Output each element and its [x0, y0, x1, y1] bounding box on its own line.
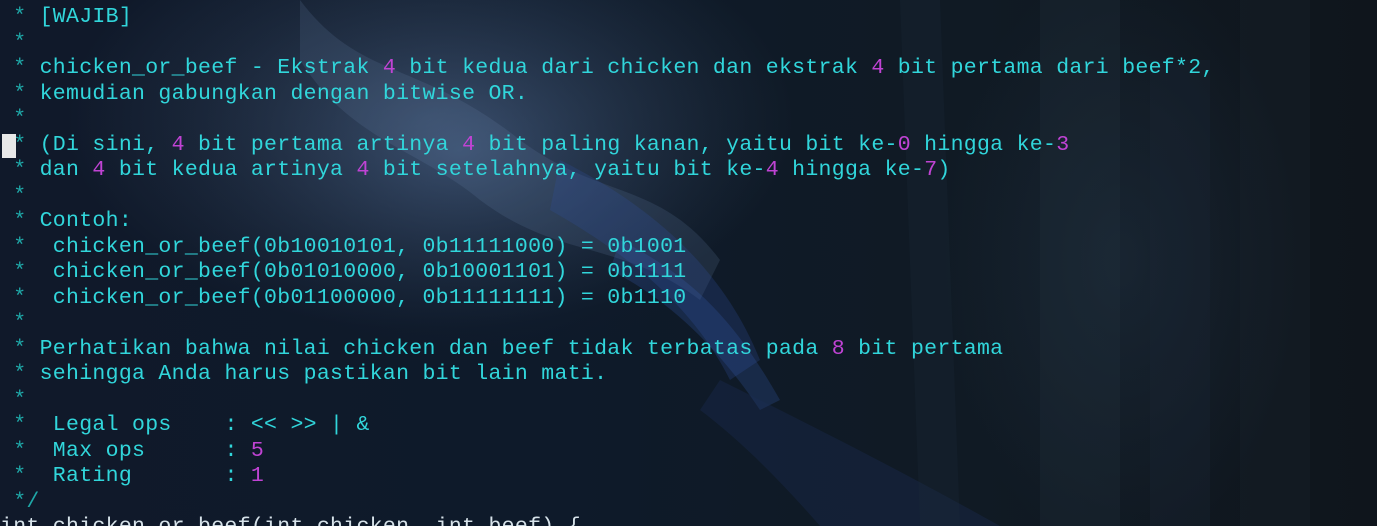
comment-text: Legal ops : << >> | &	[39, 413, 370, 437]
comment-text: bit kedua artinya	[105, 158, 357, 182]
comment-gutter-star: *	[0, 30, 40, 55]
comment-text: Contoh:	[39, 209, 133, 233]
comment-gutter-star: *	[0, 438, 40, 463]
comment-gutter-star: *	[0, 413, 40, 437]
number-literal: 8	[831, 336, 845, 361]
comment-text: [WAJIB]	[39, 5, 133, 29]
comment-gutter-star: *	[0, 285, 40, 310]
comment-line: * Rating : 1	[0, 464, 264, 489]
comment-text: chicken_or_beef(0b01100000, 0b11111111) …	[39, 285, 687, 310]
comment-text: bit pertama artinya	[184, 132, 463, 157]
comment-line: *	[0, 107, 40, 132]
comment-gutter-star: *	[0, 56, 40, 80]
number-literal: 4	[92, 158, 106, 182]
comment-line: * Max ops : 5	[0, 439, 264, 464]
comment-line: * chicken_or_beef(0b01100000, 0b11111111…	[0, 286, 687, 311]
comment-gutter-star: *	[0, 234, 40, 259]
comment-text: chicken_or_beef - Ekstrak	[39, 56, 383, 80]
comment-text: (Di sini,	[39, 132, 172, 157]
comment-close: */	[0, 489, 40, 514]
comment-text: bit pertama dari beef*2,	[884, 56, 1215, 80]
comment-text: bit kedua dari chicken dan ekstrak	[396, 56, 872, 80]
comment-text: chicken_or_beef(0b01010000, 0b10001101) …	[39, 260, 687, 284]
comment-gutter-star: *	[0, 81, 40, 106]
comment-line: *	[0, 388, 40, 413]
code-editor[interactable]: * [WAJIB] * * chicken_or_beef - Ekstrak …	[0, 0, 1377, 526]
number-literal: 4	[382, 56, 397, 80]
comment-gutter-star: *	[0, 209, 40, 233]
number-literal: 4	[462, 132, 476, 157]
comment-line: * Perhatikan bahwa nilai chicken dan bee…	[0, 337, 1003, 362]
comment-gutter-star: *	[0, 464, 40, 488]
comment-line: * sehingga Anda harus pastikan bit lain …	[0, 362, 607, 387]
comment-gutter-star: *	[0, 311, 40, 335]
comment-line: * (Di sini, 4 bit pertama artinya 4 bit …	[0, 133, 1069, 158]
number-literal: 4	[356, 158, 370, 182]
comment-text: Max ops :	[39, 438, 251, 463]
comment-line: * chicken_or_beef(0b10010101, 0b11111000…	[0, 235, 687, 260]
number-literal: 0	[897, 132, 911, 157]
comment-gutter-star: *	[0, 260, 40, 284]
comment-gutter-star: *	[0, 362, 40, 386]
comment-text: bit setelahnya, yaitu bit ke-	[369, 158, 766, 182]
comment-text: )	[937, 158, 951, 182]
number-literal: 7	[924, 158, 938, 182]
terminal-window: * [WAJIB] * * chicken_or_beef - Ekstrak …	[0, 0, 1377, 526]
comment-text: bit paling kanan, yaitu bit ke-	[475, 132, 898, 157]
number-literal: 3	[1056, 132, 1070, 157]
comment-line: *	[0, 31, 40, 56]
comment-text: chicken_or_beef(0b10010101, 0b11111000) …	[39, 234, 687, 259]
comment-gutter-star: *	[0, 107, 40, 131]
comment-line: * [WAJIB]	[0, 5, 132, 30]
comment-line: * Legal ops : << >> | &	[0, 413, 370, 438]
comment-line: * kemudian gabungkan dengan bitwise OR.	[0, 82, 528, 107]
comment-gutter-star: *	[0, 5, 40, 29]
number-literal: 4	[871, 56, 885, 80]
number-literal: 4	[765, 158, 779, 182]
comment-text: hingga ke-	[910, 132, 1057, 157]
comment-text: kemudian gabungkan dengan bitwise OR.	[39, 81, 529, 106]
function-signature-line: int chicken_or_beef(int chicken, int bee…	[0, 515, 581, 526]
comment-gutter-star: *	[0, 183, 40, 208]
comment-text: bit pertama	[844, 336, 1004, 361]
comment-line: * chicken_or_beef(0b01010000, 0b10001101…	[0, 260, 687, 285]
comment-line: * chicken_or_beef - Ekstrak 4 bit kedua …	[0, 56, 1215, 81]
comment-text: sehingga Anda harus pastikan bit lain ma…	[39, 362, 608, 386]
comment-gutter-star: *	[0, 336, 40, 361]
comment-text: hingga ke-	[778, 158, 925, 182]
comment-gutter-star: *	[0, 387, 40, 412]
number-literal: 5	[250, 438, 265, 463]
comment-text: Perhatikan bahwa nilai chicken dan beef …	[39, 336, 832, 361]
number-literal: 1	[250, 464, 265, 488]
number-literal: 4	[171, 132, 185, 157]
comment-line: *	[0, 184, 40, 209]
comment-text: Rating :	[39, 464, 251, 488]
comment-line: *	[0, 311, 40, 336]
comment-text: dan	[39, 158, 93, 182]
comment-line: * Contoh:	[0, 209, 132, 234]
comment-line: * dan 4 bit kedua artinya 4 bit setelahn…	[0, 158, 951, 183]
text-cursor	[2, 134, 16, 158]
comment-gutter-star: *	[0, 158, 40, 182]
